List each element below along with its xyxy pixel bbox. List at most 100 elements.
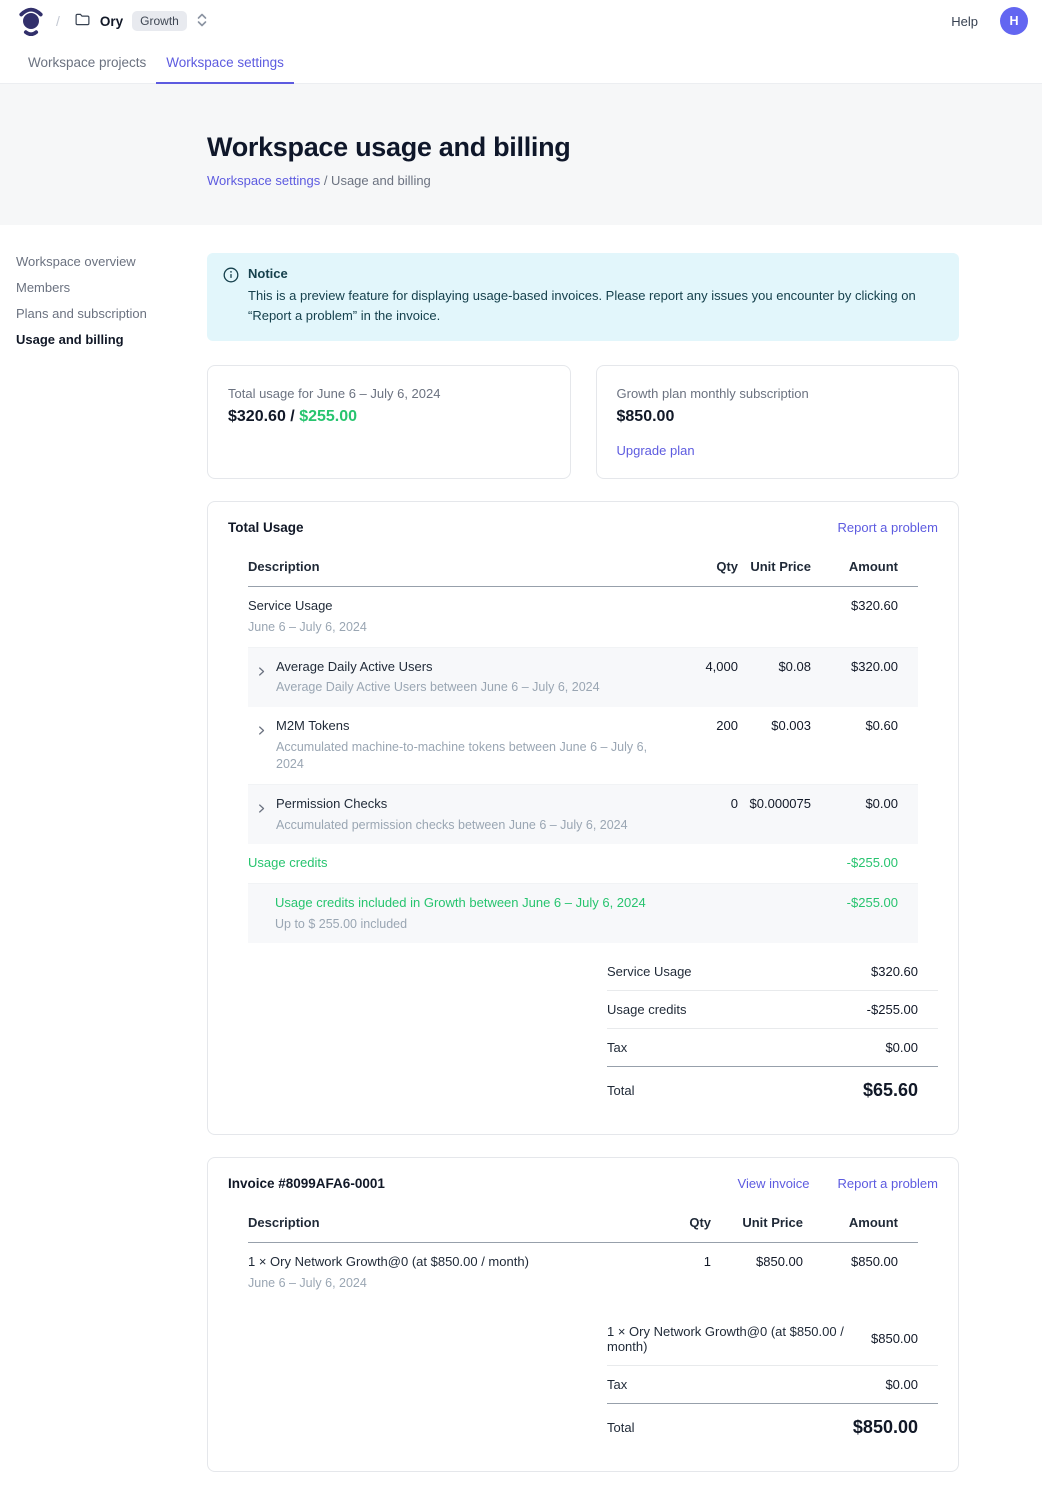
row-subtitle: Average Daily Active Users between June … bbox=[276, 679, 600, 697]
usage-amount: $320.60 bbox=[228, 408, 286, 425]
summary-total-value: $850.00 bbox=[853, 1417, 938, 1438]
chevron-right-icon[interactable] bbox=[256, 724, 267, 774]
row-amount: $0.00 bbox=[811, 795, 918, 814]
workspace-name[interactable]: Ory bbox=[100, 14, 123, 29]
row-amount: -$255.00 bbox=[811, 894, 918, 913]
top-bar: / Ory Growth Help H bbox=[0, 0, 1042, 42]
invoice-summary: 1 × Ory Network Growth@0 (at $850.00 / m… bbox=[607, 1313, 938, 1451]
row-title: Service Usage bbox=[248, 597, 650, 616]
page-title: Workspace usage and billing bbox=[207, 132, 1042, 163]
summary-value: $0.00 bbox=[885, 1040, 938, 1055]
breadcrumb-workspace-settings-link[interactable]: Workspace settings bbox=[207, 173, 320, 188]
row-unit-price: $0.003 bbox=[738, 717, 811, 736]
col-description: Description bbox=[248, 547, 650, 586]
breadcrumb-separator: / bbox=[56, 13, 60, 29]
row-subtitle: Accumulated permission checks between Ju… bbox=[276, 817, 628, 835]
plan-badge: Growth bbox=[132, 11, 187, 31]
invoice-section: Invoice #8099AFA6-0001 View invoice Repo… bbox=[207, 1157, 959, 1471]
row-amount: $320.60 bbox=[811, 597, 918, 616]
col-amount: Amount bbox=[803, 1203, 918, 1242]
summary-row: Service Usage $320.60 bbox=[607, 953, 938, 991]
table-row: M2M Tokens Accumulated machine-to-machin… bbox=[248, 707, 918, 785]
total-usage-value: $320.60 / $255.00 bbox=[228, 408, 550, 426]
table-row: Usage credits -$255.00 bbox=[248, 844, 918, 884]
summary-row: Usage credits -$255.00 bbox=[607, 991, 938, 1029]
sidebar-item-workspace-overview[interactable]: Workspace overview bbox=[16, 255, 186, 268]
plan-price: $850.00 bbox=[617, 408, 939, 426]
usage-summary: Service Usage $320.60 Usage credits -$25… bbox=[607, 953, 938, 1114]
chevron-right-icon[interactable] bbox=[256, 665, 267, 697]
row-title: Usage credits bbox=[248, 854, 811, 873]
summary-label: Usage credits bbox=[607, 1002, 686, 1017]
sidebar-item-members[interactable]: Members bbox=[16, 281, 186, 294]
workspace-tabs: Workspace projects Workspace settings bbox=[0, 42, 1042, 84]
invoice-title: Invoice #8099AFA6-0001 bbox=[228, 1176, 738, 1191]
tab-workspace-projects[interactable]: Workspace projects bbox=[18, 42, 156, 84]
page-header: Workspace usage and billing Workspace se… bbox=[0, 84, 1042, 225]
info-icon bbox=[223, 267, 239, 326]
row-unit-price: $0.000075 bbox=[738, 795, 811, 814]
summary-row: Tax $0.00 bbox=[607, 1366, 938, 1403]
plan-label: Growth plan monthly subscription bbox=[617, 386, 939, 401]
summary-total-row: Total $65.60 bbox=[607, 1066, 938, 1114]
row-subtitle: June 6 – July 6, 2024 bbox=[248, 619, 650, 637]
user-avatar[interactable]: H bbox=[1000, 7, 1028, 35]
row-subtitle: June 6 – July 6, 2024 bbox=[248, 1275, 645, 1293]
summary-value: -$255.00 bbox=[867, 1002, 938, 1017]
row-title: Permission Checks bbox=[276, 795, 628, 814]
summary-label: Tax bbox=[607, 1377, 627, 1392]
chevron-right-icon[interactable] bbox=[256, 802, 267, 834]
row-qty: 1 bbox=[645, 1253, 711, 1272]
col-qty: Qty bbox=[645, 1203, 711, 1242]
report-problem-link-usage[interactable]: Report a problem bbox=[838, 520, 938, 535]
row-amount: $0.60 bbox=[811, 717, 918, 736]
total-usage-card: Total usage for June 6 – July 6, 2024 $3… bbox=[207, 365, 571, 479]
summary-value: $850.00 bbox=[871, 1331, 938, 1346]
summary-total-row: Total $850.00 bbox=[607, 1403, 938, 1451]
row-qty: 0 bbox=[650, 795, 738, 814]
col-unit-price: Unit Price bbox=[738, 547, 811, 586]
row-title: Average Daily Active Users bbox=[276, 658, 600, 677]
plan-subscription-card: Growth plan monthly subscription $850.00… bbox=[596, 365, 960, 479]
row-title: M2M Tokens bbox=[276, 717, 650, 736]
row-subtitle: Up to $ 255.00 included bbox=[275, 916, 811, 934]
total-usage-section: Total Usage Report a problem Description… bbox=[207, 501, 959, 1135]
row-subtitle: Accumulated machine-to-machine tokens be… bbox=[276, 739, 650, 774]
summary-row: Tax $0.00 bbox=[607, 1029, 938, 1066]
workspace-switcher-icon[interactable] bbox=[187, 12, 209, 31]
ory-logo-icon[interactable] bbox=[18, 6, 44, 36]
row-qty: 4,000 bbox=[650, 658, 738, 677]
sidebar-item-plans-and-subscription[interactable]: Plans and subscription bbox=[16, 307, 186, 320]
row-unit-price: $0.08 bbox=[738, 658, 811, 677]
row-amount: $320.00 bbox=[811, 658, 918, 677]
usage-table: Description Qty Unit Price Amount Servic… bbox=[248, 547, 918, 943]
row-amount: -$255.00 bbox=[811, 854, 918, 873]
tab-workspace-settings[interactable]: Workspace settings bbox=[156, 42, 294, 84]
row-unit-price: $850.00 bbox=[711, 1253, 803, 1272]
summary-label: Service Usage bbox=[607, 964, 692, 979]
folder-icon bbox=[74, 11, 100, 31]
help-link[interactable]: Help bbox=[951, 14, 978, 29]
row-qty: 200 bbox=[650, 717, 738, 736]
col-qty: Qty bbox=[650, 547, 738, 586]
breadcrumb-current: / Usage and billing bbox=[324, 173, 431, 188]
notice-title: Notice bbox=[248, 266, 943, 281]
invoice-table-header: Description Qty Unit Price Amount bbox=[248, 1203, 918, 1243]
row-amount: $850.00 bbox=[803, 1253, 918, 1272]
col-amount: Amount bbox=[811, 547, 918, 586]
summary-label: Total bbox=[607, 1420, 634, 1435]
row-title: Usage credits included in Growth between… bbox=[275, 894, 811, 913]
report-problem-link-invoice[interactable]: Report a problem bbox=[838, 1176, 938, 1191]
view-invoice-link[interactable]: View invoice bbox=[738, 1176, 810, 1191]
summary-value: $0.00 bbox=[885, 1377, 938, 1392]
usage-table-header: Description Qty Unit Price Amount bbox=[248, 547, 918, 587]
usage-included-amount: $255.00 bbox=[299, 408, 357, 425]
upgrade-plan-link[interactable]: Upgrade plan bbox=[617, 443, 695, 458]
breadcrumb: Workspace settings / Usage and billing bbox=[207, 173, 1042, 188]
summary-label: Total bbox=[607, 1083, 634, 1098]
notice-body: This is a preview feature for displaying… bbox=[248, 286, 943, 326]
sidebar-item-usage-and-billing[interactable]: Usage and billing bbox=[16, 333, 186, 346]
total-usage-label: Total usage for June 6 – July 6, 2024 bbox=[228, 386, 550, 401]
table-row: 1 × Ory Network Growth@0 (at $850.00 / m… bbox=[248, 1243, 918, 1302]
summary-value: $320.60 bbox=[871, 964, 938, 979]
